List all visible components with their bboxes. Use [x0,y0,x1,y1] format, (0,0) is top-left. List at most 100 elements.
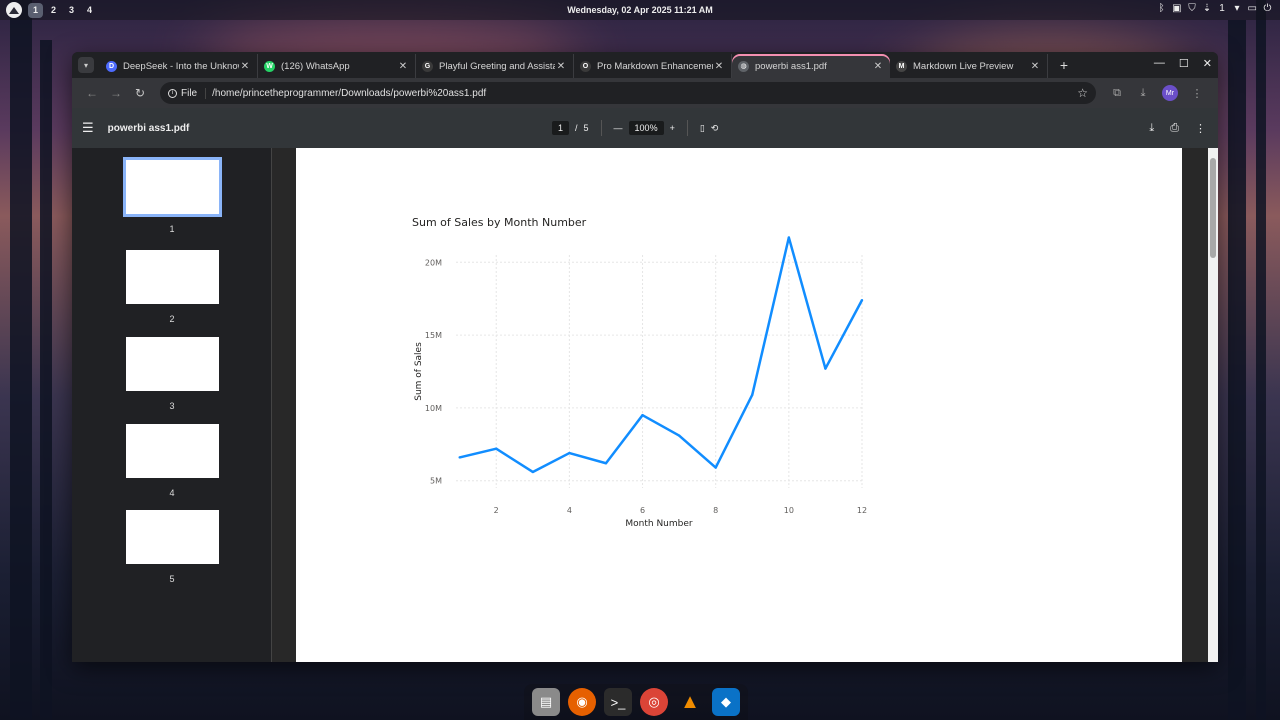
browser-menu-icon[interactable]: ⋮ [1184,87,1210,100]
tree-trunk [10,0,32,720]
zoom-input[interactable]: 100% [628,121,664,135]
vscode-icon[interactable]: ◆ [712,688,740,716]
tab-title: (126) WhatsApp [281,60,350,72]
browser-toolbar: ← → ↻ i File /home/princetheprogrammer/D… [72,78,1218,108]
thumbnail-sidebar: 1 2 3 4 5 [72,148,272,662]
page-thumbnail[interactable] [126,510,219,564]
address-bar[interactable]: i File /home/princetheprogrammer/Downloa… [160,82,1096,104]
close-tab-icon[interactable]: ✕ [1029,61,1041,72]
minimize-icon[interactable]: — [1154,57,1165,70]
page-total: 5 [583,123,589,133]
close-tab-icon[interactable]: ✕ [713,61,725,72]
site-info-chip[interactable]: i File [168,87,207,99]
workspace-3[interactable]: 3 [64,3,79,18]
new-tab-button[interactable]: + [1054,55,1074,75]
browser-tab[interactable]: W (126) WhatsApp ✕ [258,54,416,78]
download-icon[interactable]: ⤓ [1149,122,1154,135]
browser-tab[interactable]: O Pro Markdown Enhancements ✕ [574,54,732,78]
clipboard-icon[interactable]: ▣ [1172,3,1181,14]
forward-icon[interactable]: → [104,86,128,100]
files-icon[interactable]: ▤ [532,688,560,716]
data-point [531,470,535,474]
battery-icon[interactable]: ▭ [1248,3,1257,14]
power-icon[interactable]: ⏻ [1263,3,1272,14]
close-tab-icon[interactable]: ✕ [397,61,409,72]
deepseek-icon: D [106,60,117,72]
tree-trunk [1228,20,1246,720]
data-point [604,462,608,465]
whatsapp-icon: W [264,60,275,72]
tab-strip: ▾ D DeepSeek - Into the Unknown ✕ W (126) Wh… [72,52,1218,78]
pdf-page: Sum of Sales by Month Number 5M 10M 15M 20M 2… [296,148,1182,662]
data-point [860,298,864,302]
data-point [641,413,644,417]
divider [686,120,688,136]
vlc-icon[interactable]: ▲ [676,688,704,716]
fit-page-icon[interactable]: ▯ [700,123,705,134]
page-number-input[interactable]: 1 [552,121,570,135]
print-icon[interactable]: ⎙ [1170,122,1179,135]
openai-icon: O [580,60,591,72]
tree-trunk [40,40,52,720]
pdf-more-icon[interactable]: ⋮ [1195,122,1206,135]
x-tick-label: 4 [567,506,572,515]
clock[interactable]: Wednesday, 02 Apr 2025 11:21 AM [0,5,1280,15]
y-tick-label: 10M [425,404,442,413]
workspace-1[interactable]: 1 [28,2,43,18]
profile-avatar[interactable]: Mr [1162,85,1178,101]
sidebar-menu-icon[interactable]: ☰ [82,120,94,136]
globe-icon: ◍ [738,60,749,72]
scrollbar-thumb[interactable] [1210,158,1216,258]
tab-title: Playful Greeting and Assistance [439,60,555,72]
pdf-viewer[interactable]: Sum of Sales by Month Number 5M 10M 15M 20M 2… [272,148,1218,662]
data-point [495,447,498,450]
zoom-in-icon[interactable]: + [670,123,675,133]
downloads-icon[interactable]: ⤓ [1130,87,1156,100]
browser-tab[interactable]: ◍ powerbi ass1.pdf ✕ [732,54,890,78]
close-tab-icon[interactable]: ✕ [239,61,251,72]
workspace-4[interactable]: 4 [82,3,97,18]
terminal-icon[interactable]: >_ [604,688,632,716]
file-chip-label: File [181,87,198,99]
zoom-out-icon[interactable]: — [614,123,623,133]
page-thumbnail[interactable] [126,337,219,391]
update-icon[interactable]: ⇣ [1203,3,1212,14]
scrollbar[interactable] [1208,148,1218,662]
page-thumbnail[interactable] [126,424,219,478]
thumbnail-page-number: 3 [169,401,175,411]
extensions-icon[interactable]: ⧉ [1104,87,1130,100]
top-panel: 1 2 3 4 Wednesday, 02 Apr 2025 11:21 AM … [0,0,1280,20]
wifi-icon[interactable]: ▾ [1233,3,1242,14]
markdown-icon: M [896,60,907,72]
browser-tab[interactable]: G Playful Greeting and Assistance✕ [416,54,574,78]
tab-search-icon[interactable]: ▾ [78,57,94,73]
x-tick-label: 10 [784,506,794,515]
chrome-icon[interactable]: ◎ [640,688,668,716]
data-point [677,434,681,437]
bookmark-star-icon[interactable]: ☆ [1077,86,1088,100]
browser-window: ▾ D DeepSeek - Into the Unknown ✕ W (126) Wh… [72,52,1218,662]
shield-icon[interactable]: ⛉ [1188,3,1197,14]
y-axis-label: Sum of Sales [414,342,424,401]
y-tick-label: 5M [430,477,442,486]
browser-tab[interactable]: M Markdown Live Preview ✕ [890,54,1048,78]
back-icon[interactable]: ← [80,86,104,100]
reload-icon[interactable]: ↻ [128,86,152,100]
close-tab-icon[interactable]: ✕ [555,61,567,72]
rotate-icon[interactable]: ⟲ [711,123,719,134]
page-thumbnail[interactable] [123,157,222,217]
data-point [458,456,461,459]
close-window-icon[interactable]: ✕ [1203,57,1212,70]
distro-logo-icon[interactable] [6,2,22,18]
bluetooth-icon[interactable]: ᛒ [1157,3,1166,14]
thumbnail-page-number: 2 [169,314,175,324]
system-tray: ᛒ ▣ ⛉ ⇣ 1 ▾ ▭ ⏻ [1157,3,1272,14]
page-thumbnail[interactable] [126,250,219,304]
firefox-icon[interactable]: ◉ [568,688,596,716]
browser-tab[interactable]: D DeepSeek - Into the Unknown ✕ [100,54,258,78]
maximize-icon[interactable]: ☐ [1179,57,1189,70]
close-tab-icon[interactable]: ✕ [872,61,884,72]
url-text[interactable]: /home/princetheprogrammer/Downloads/powe… [212,88,1077,99]
tab-title: Pro Markdown Enhancements [597,60,713,72]
workspace-2[interactable]: 2 [46,3,61,18]
